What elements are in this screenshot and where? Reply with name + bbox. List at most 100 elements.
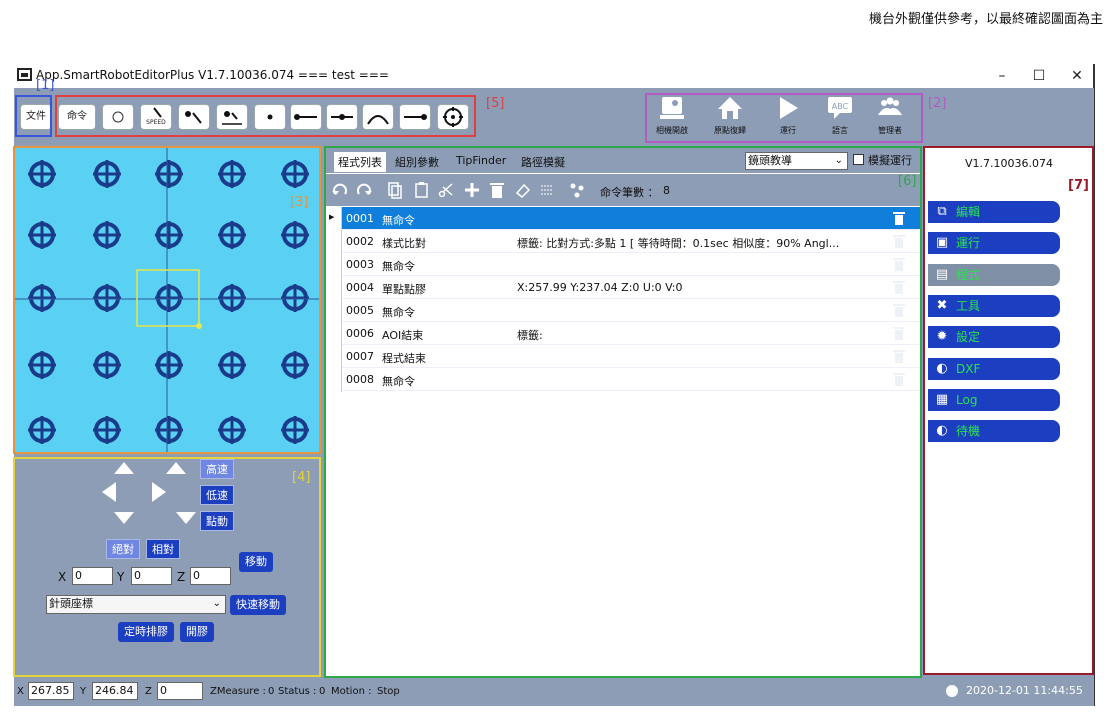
side-menu-item[interactable]: ▤ 程式	[928, 263, 1060, 286]
table-row[interactable]: 0001 無命令	[342, 207, 920, 230]
side-menu-item[interactable]: ◐ DXF	[928, 357, 1060, 380]
table-row[interactable]: 0006 AOI結束 標籤:	[342, 322, 920, 345]
circle-tool-button[interactable]	[102, 104, 134, 130]
calibration-target-icon	[28, 160, 56, 188]
right-arrow-icon[interactable]	[152, 482, 166, 502]
table-row[interactable]: 0002 樣式比對 標籤: 比對方式:多點 1 [ 等待時間：0.1sec 相似度：…	[342, 230, 920, 253]
table-row[interactable]: 0007 程式結束	[342, 345, 920, 368]
trash-icon[interactable]	[892, 211, 906, 226]
cut-icon[interactable]	[437, 181, 455, 199]
minimize-button[interactable]: –	[987, 66, 1017, 86]
paste-icon[interactable]	[413, 181, 431, 199]
trash-icon[interactable]	[892, 349, 906, 364]
trash-icon[interactable]	[892, 326, 906, 341]
tab-program-list[interactable]: 程式列表	[334, 152, 386, 172]
target-tool-button[interactable]	[437, 104, 469, 130]
crosshair-circle-icon	[443, 107, 463, 127]
simulate-checkbox[interactable]	[853, 154, 864, 165]
line-end-tool-button[interactable]	[399, 104, 431, 130]
row-number: 0001	[346, 212, 374, 225]
step-button[interactable]: 點動	[200, 511, 234, 531]
program-toolbar: 命令筆數 ： 8 [6]	[325, 174, 921, 206]
coordinate-select[interactable]: 針頭座標 ⌄	[46, 595, 226, 614]
table-row[interactable]: 0008 無命令	[342, 368, 920, 391]
dot-tool-button[interactable]	[254, 104, 286, 130]
calibration-target-icon	[155, 160, 183, 188]
redo-icon[interactable]	[355, 182, 373, 198]
table-row[interactable]: 0004 單點點膠 X:257.99 Y:237.04 Z:0 U:0 V:0	[342, 276, 920, 299]
camera-view[interactable]	[14, 147, 320, 453]
low-speed-button[interactable]: 低速	[200, 485, 234, 505]
side-menu-label: 工具	[956, 298, 981, 313]
run-button[interactable]: 運行	[766, 95, 810, 141]
z-down-arrow-icon[interactable]	[176, 512, 196, 524]
jog-z-input[interactable]: 0	[190, 567, 231, 585]
calibration-target-icon	[93, 160, 121, 188]
side-menu-item[interactable]: ▣ 運行	[928, 232, 1060, 255]
speed-tool-button[interactable]: SPEED	[140, 104, 172, 130]
timed-dispense-button[interactable]: 定時排膠	[118, 622, 174, 642]
quick-move-button[interactable]: 快速移動	[230, 595, 286, 615]
home-return-button[interactable]: 原點復歸	[708, 95, 752, 141]
line-point-tool-button[interactable]	[178, 104, 210, 130]
language-button[interactable]: ABC 語言	[818, 95, 862, 141]
calibration-target-icon	[155, 221, 183, 249]
row-command: 程式結束	[382, 352, 426, 365]
motion-label: Motion :	[331, 686, 372, 697]
table-row[interactable]: 0005 無命令	[342, 299, 920, 322]
z-up-arrow-icon[interactable]	[166, 462, 186, 474]
trash-icon[interactable]	[892, 234, 906, 249]
copy-icon[interactable]	[385, 181, 403, 199]
node-tree-icon[interactable]	[568, 181, 586, 199]
tab-tipfinder[interactable]: TipFinder	[456, 154, 506, 167]
tab-path-simulation[interactable]: 路徑模擬	[521, 154, 565, 170]
add-icon[interactable]	[463, 181, 481, 199]
list-icon[interactable]	[538, 181, 556, 199]
side-menu-item[interactable]: ✹ 設定	[928, 326, 1060, 349]
side-menu-item[interactable]: ◐ 待機	[928, 420, 1060, 443]
line-mid-tool-button[interactable]	[326, 104, 358, 130]
jog-x-input[interactable]: 0	[72, 567, 113, 585]
row-command: AOI結束	[382, 329, 424, 342]
camera-label: 相機開啟	[656, 126, 688, 135]
close-button[interactable]: ✕	[1062, 66, 1092, 86]
undo-icon[interactable]	[331, 182, 349, 198]
run-icon: ▣	[935, 235, 949, 251]
side-menu-item[interactable]: ⧉ 編輯	[928, 201, 1060, 223]
up-arrow-icon[interactable]	[114, 462, 134, 474]
annotation-label-7: [7]	[1068, 178, 1089, 193]
jog-y-input[interactable]: 0	[131, 567, 172, 585]
trash-icon[interactable]	[488, 181, 506, 199]
line-start-tool-button[interactable]	[290, 104, 322, 130]
side-menu-item[interactable]: ✖ 工具	[928, 294, 1060, 317]
side-menu-item[interactable]: ▦ Log	[928, 388, 1060, 411]
trash-icon[interactable]	[892, 372, 906, 387]
arc-tool-button[interactable]	[362, 104, 394, 130]
move-button[interactable]: 移動	[239, 552, 273, 572]
trash-icon[interactable]	[892, 303, 906, 318]
command-button[interactable]: 命令	[58, 104, 96, 130]
calibration-target-icon	[28, 221, 56, 249]
calibration-target-icon	[281, 221, 309, 249]
admin-button[interactable]: 管理者	[868, 95, 912, 141]
maximize-button[interactable]: ☐	[1024, 66, 1054, 86]
trash-icon[interactable]	[892, 280, 906, 295]
down-arrow-icon[interactable]	[114, 512, 134, 524]
high-speed-button[interactable]: 高速	[200, 459, 234, 479]
left-arrow-icon[interactable]	[102, 482, 116, 502]
camera-open-button[interactable]: 相機開啟	[650, 95, 694, 141]
relative-toggle[interactable]: 相對	[146, 539, 180, 559]
dot-icon	[267, 114, 273, 120]
point-line-tool-button[interactable]	[216, 104, 248, 130]
absolute-toggle[interactable]: 絕對	[106, 539, 140, 559]
open-glue-button[interactable]: 開膠	[180, 622, 214, 642]
teach-select[interactable]: 鏡頭教導 ⌄	[745, 152, 848, 170]
table-row[interactable]: 0003 無命令	[342, 253, 920, 276]
resize-handle[interactable]	[196, 323, 202, 329]
file-button[interactable]: 文件	[20, 104, 52, 130]
chevron-down-icon: ⌄	[212, 598, 221, 609]
trash-icon[interactable]	[892, 257, 906, 272]
status-label: Status :	[278, 686, 317, 697]
eraser-icon[interactable]	[514, 181, 532, 199]
tab-group-params[interactable]: 組別參數	[395, 154, 439, 170]
